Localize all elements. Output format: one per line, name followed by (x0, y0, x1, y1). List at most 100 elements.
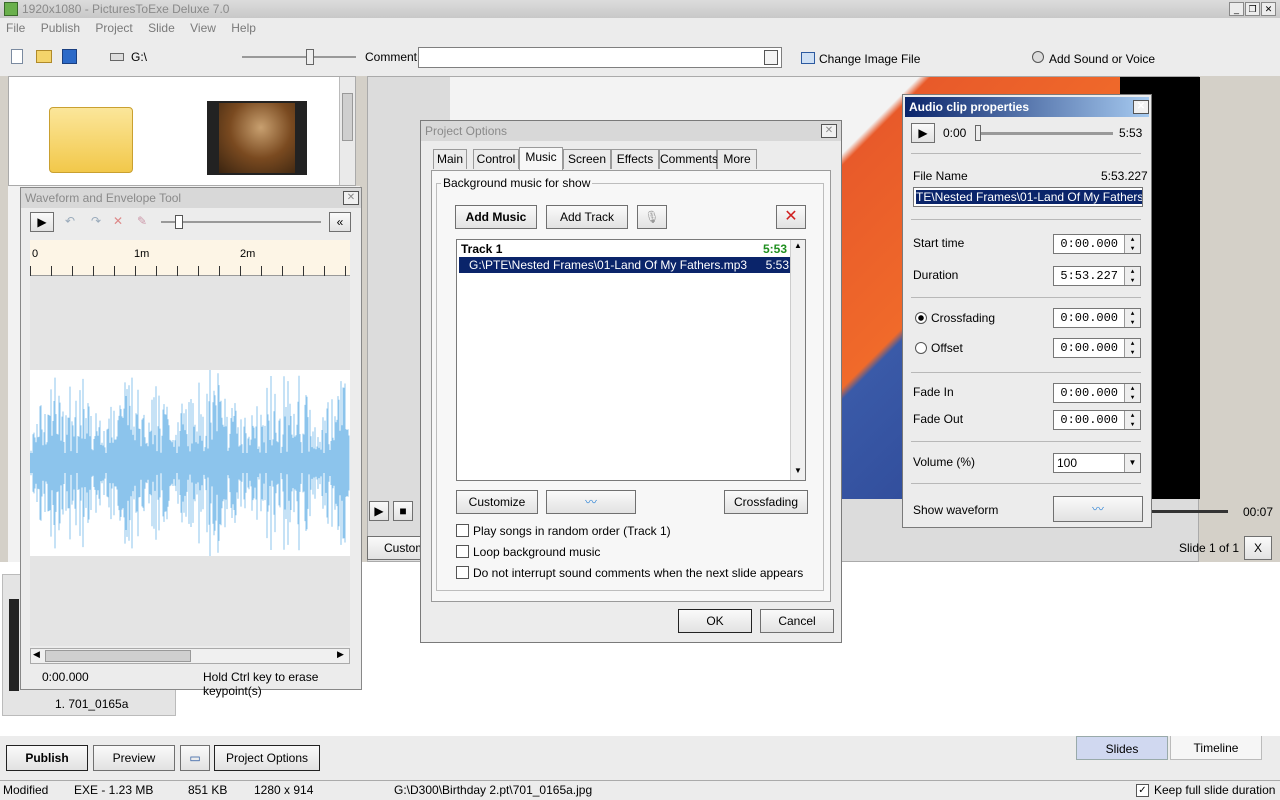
close-preview-button[interactable]: X (1244, 536, 1272, 560)
audio-clip-titlebar[interactable]: Audio clip properties ✕ (905, 97, 1149, 117)
scroll-left-icon[interactable]: ◀ (33, 649, 40, 660)
tab-main[interactable]: Main (433, 149, 467, 169)
file-path-field[interactable]: TE\Nested Frames\01-Land Of My Fathers.m… (913, 187, 1143, 207)
waveform-canvas[interactable] (30, 276, 350, 646)
restore-button[interactable]: ❐ (1245, 2, 1260, 16)
video-thumbnail[interactable] (207, 101, 307, 175)
add-sound-button[interactable]: Add Sound or Voice (1049, 52, 1155, 66)
project-options-titlebar[interactable]: Project Options ✕ (421, 121, 841, 141)
audio-clip-seek-thumb[interactable] (975, 125, 981, 141)
music-scroll-down-icon[interactable]: ▼ (794, 466, 802, 475)
duration-input[interactable]: 5:53.227 ▲ ▼ (1053, 266, 1141, 286)
tab-control[interactable]: Control (473, 149, 519, 169)
preview-timeline-track[interactable] (1150, 510, 1228, 513)
fade-out-input[interactable]: 0:00.000 ▲ ▼ (1053, 410, 1141, 430)
add-music-button[interactable]: Add Music (455, 205, 537, 229)
cancel-button[interactable]: Cancel (760, 609, 834, 633)
offset-input[interactable]: 0:00.000 ▲ ▼ (1053, 338, 1141, 358)
folder-icon[interactable] (49, 107, 133, 173)
crossfading-input[interactable]: 0:00.000 ▲ ▼ (1053, 308, 1141, 328)
fullscreen-preview-button[interactable]: ▭ (180, 745, 210, 771)
tab-more[interactable]: More (717, 149, 757, 169)
menu-view[interactable]: View (190, 21, 216, 35)
comment-input[interactable] (418, 47, 782, 68)
save-icon[interactable] (62, 49, 77, 64)
waveform-zoom-thumb[interactable] (175, 215, 183, 229)
waveform-zoom-track[interactable] (161, 221, 321, 223)
file-scrollbar-thumb[interactable] (342, 93, 353, 141)
offset-spinner[interactable]: ▲ ▼ (1124, 339, 1140, 357)
tab-comments[interactable]: Comments (659, 149, 718, 169)
add-sound-icon[interactable] (1032, 51, 1044, 63)
crossfading-radio[interactable] (915, 312, 927, 324)
offset-radio[interactable] (915, 342, 927, 354)
fade-in-input[interactable]: 0:00.000 ▲ ▼ (1053, 383, 1141, 403)
waveform-hscrollbar[interactable]: ◀ ▶ (30, 648, 350, 664)
audio-clip-seek-track[interactable] (975, 132, 1113, 135)
preview-button[interactable]: Preview (93, 745, 175, 771)
add-track-button[interactable]: Add Track (546, 205, 628, 229)
redo-icon[interactable]: ↷ (91, 214, 101, 228)
close-button[interactable]: ✕ (1261, 2, 1276, 16)
waveform-tool-titlebar[interactable]: Waveform and Envelope Tool ✕ (21, 188, 361, 208)
play-button[interactable]: ▶ (369, 501, 389, 521)
open-folder-icon[interactable] (36, 50, 52, 63)
waveform-play-button[interactable]: ▶ (30, 212, 54, 232)
fade-out-spinner[interactable]: ▲ ▼ (1124, 411, 1140, 429)
waveform-collapse-button[interactable]: « (329, 212, 351, 232)
delete-keypoint-icon[interactable]: ✕ (113, 214, 123, 228)
ok-button[interactable]: OK (678, 609, 752, 633)
stop-button[interactable]: ■ (393, 501, 413, 521)
tab-effects[interactable]: Effects (611, 149, 659, 169)
waveform-tool-close[interactable]: ✕ (343, 191, 359, 205)
comment-browse-icon[interactable] (764, 50, 778, 65)
no-interrupt-checkbox[interactable] (456, 566, 469, 579)
project-options-close[interactable]: ✕ (821, 124, 837, 138)
file-scrollbar[interactable] (339, 77, 355, 185)
audio-clip-close[interactable]: ✕ (1133, 100, 1149, 114)
tab-music[interactable]: Music (519, 147, 563, 170)
publish-button[interactable]: Publish (6, 745, 88, 771)
keep-duration-checkbox[interactable]: ✓ (1136, 784, 1149, 797)
show-waveform-button[interactable]: 〰 (1053, 496, 1143, 522)
customize-button-partial[interactable]: Customi (367, 536, 428, 560)
track-row[interactable]: Track 1 5:53 (459, 241, 789, 257)
scroll-right-icon[interactable]: ▶ (337, 649, 344, 660)
waveform-button[interactable]: 〰 (546, 490, 636, 514)
undo-icon[interactable]: ↶ (65, 214, 75, 228)
new-file-icon[interactable] (11, 49, 23, 64)
record-button[interactable]: 🎙 (637, 205, 667, 229)
envelope-edit-icon[interactable]: ✎ (137, 214, 147, 228)
crossfading-button[interactable]: Crossfading (724, 490, 808, 514)
tab-timeline[interactable]: Timeline (1170, 736, 1262, 760)
change-image-button[interactable]: Change Image File (819, 52, 920, 66)
music-file-row[interactable]: G:\PTE\Nested Frames\01-Land Of My Fathe… (459, 257, 791, 273)
start-time-spinner[interactable]: ▲ ▼ (1124, 235, 1140, 253)
music-list[interactable]: Track 1 5:53 G:\PTE\Nested Frames\01-Lan… (456, 239, 806, 481)
minimize-button[interactable]: _ (1229, 2, 1244, 16)
project-options-button[interactable]: Project Options (214, 745, 320, 771)
customize-button[interactable]: Customize (456, 490, 538, 514)
music-list-scrollbar[interactable]: ▲ ▼ (790, 240, 805, 480)
remove-music-button[interactable]: ✕ (776, 205, 806, 229)
zoom-slider-track[interactable] (242, 56, 356, 58)
menu-file[interactable]: File (6, 21, 25, 35)
waveform-hscroll-thumb[interactable] (45, 650, 191, 662)
music-scroll-up-icon[interactable]: ▲ (794, 241, 802, 250)
zoom-slider-thumb[interactable] (306, 49, 314, 65)
menu-slide[interactable]: Slide (148, 21, 175, 35)
menu-help[interactable]: Help (231, 21, 256, 35)
random-order-checkbox[interactable] (456, 524, 469, 537)
menu-publish[interactable]: Publish (41, 21, 80, 35)
menu-project[interactable]: Project (95, 21, 132, 35)
tab-slides[interactable]: Slides (1076, 736, 1168, 760)
tab-screen[interactable]: Screen (563, 149, 611, 169)
loop-music-checkbox[interactable] (456, 545, 469, 558)
volume-select[interactable]: 100 ▼ (1053, 453, 1141, 473)
start-time-input[interactable]: 0:00.000 ▲ ▼ (1053, 234, 1141, 254)
audio-clip-play-button[interactable]: ▶ (911, 123, 935, 143)
fade-in-spinner[interactable]: ▲ ▼ (1124, 384, 1140, 402)
change-image-icon[interactable] (801, 52, 815, 64)
crossfading-spinner[interactable]: ▲ ▼ (1124, 309, 1140, 327)
volume-dropdown-icon[interactable]: ▼ (1124, 454, 1140, 472)
